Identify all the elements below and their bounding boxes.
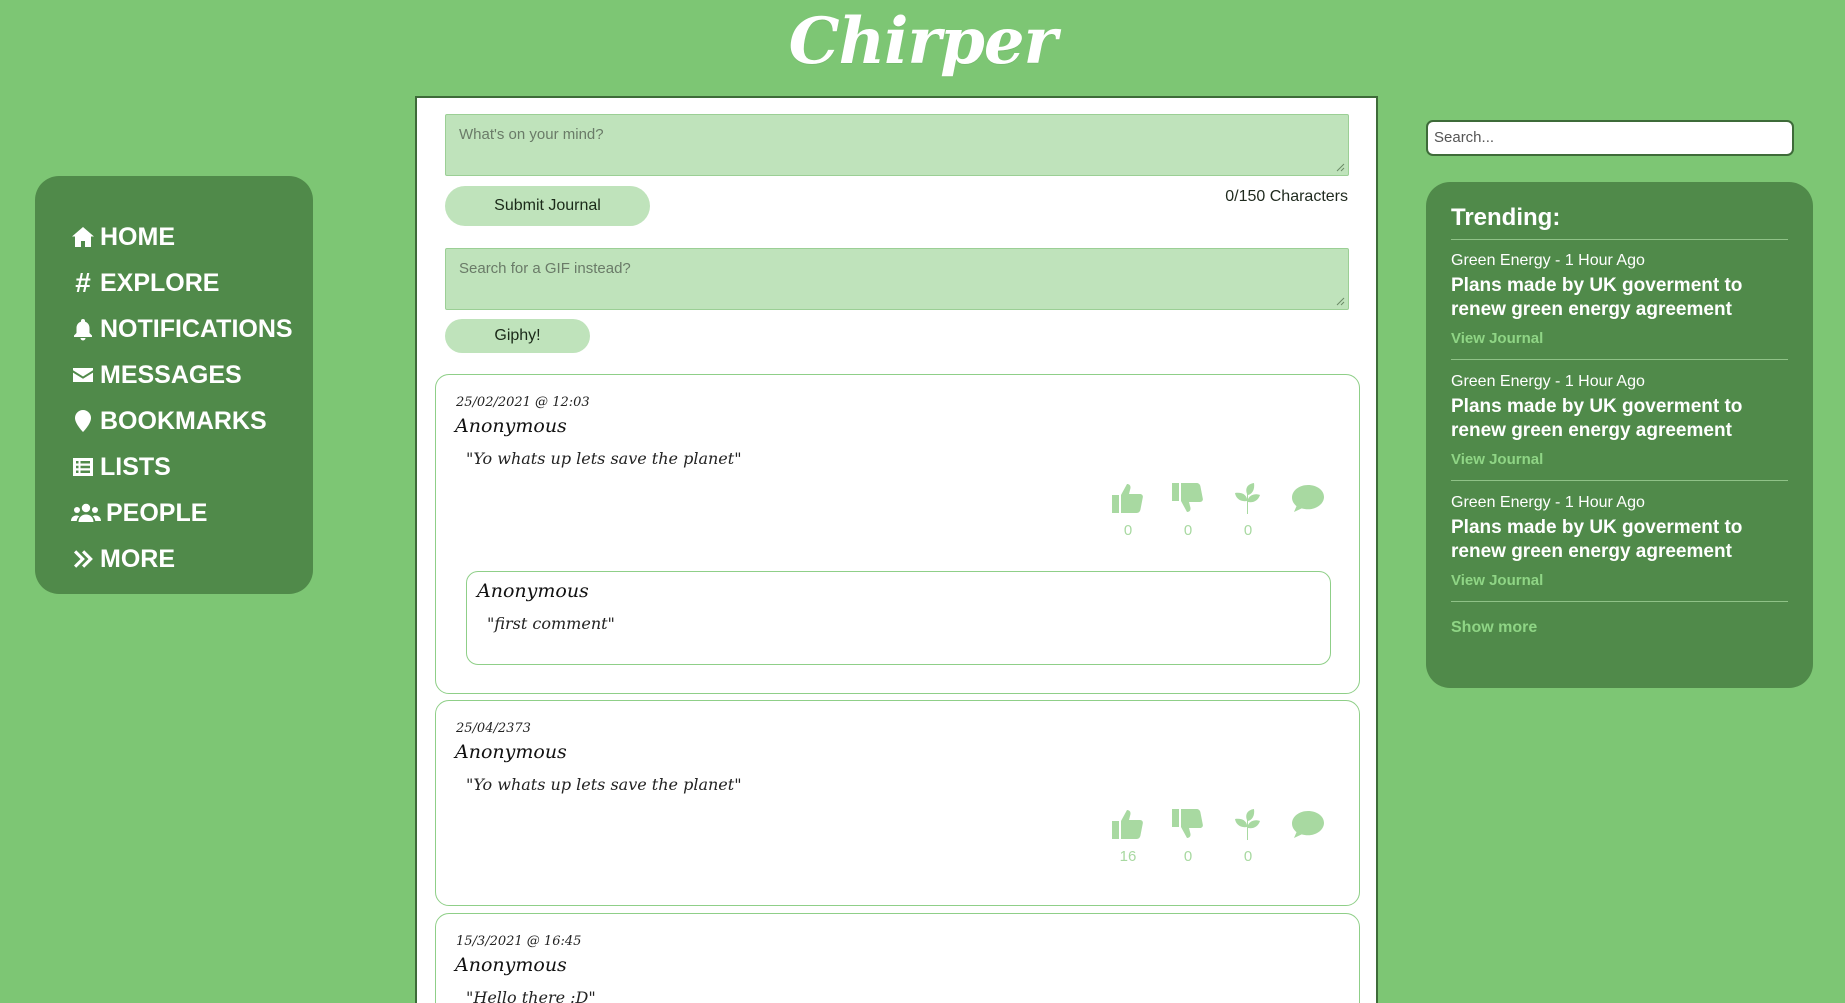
- trending-item: Green Energy - 1 Hour Ago Plans made by …: [1451, 252, 1788, 360]
- plant-button[interactable]: 0: [1229, 807, 1267, 866]
- speech-bubble-icon: [1292, 485, 1324, 512]
- nav-item-label: NOTIFICATIONS: [100, 314, 293, 343]
- like-count: 16: [1119, 848, 1137, 865]
- post-actions: 16 0 0: [1109, 807, 1327, 866]
- post-date: 15/3/2021 @ 16:45: [456, 934, 582, 949]
- journal-post: 15/3/2021 @ 16:45 Anonymous "Hello there…: [435, 913, 1360, 1003]
- comment-button[interactable]: [1289, 481, 1327, 540]
- nav-item-people[interactable]: PEOPLE: [69, 490, 313, 536]
- character-counter: 0/150 Characters: [1225, 188, 1348, 205]
- trending-item: Green Energy - 1 Hour Ago Plans made by …: [1451, 373, 1788, 481]
- nav-item-lists[interactable]: LISTS: [69, 444, 313, 490]
- trending-panel: Trending: Green Energy - 1 Hour Ago Plan…: [1426, 182, 1813, 688]
- trending-meta: Green Energy - 1 Hour Ago: [1451, 373, 1645, 390]
- trending-heading: Trending:: [1451, 204, 1788, 240]
- map-pin-icon: [69, 408, 97, 434]
- post-text: "Yo whats up lets save the planet": [466, 449, 742, 468]
- home-icon: [69, 224, 97, 250]
- nav-item-label: EXPLORE: [100, 268, 220, 297]
- thumbs-up-icon: [1112, 484, 1143, 513]
- seedling-icon: [1235, 483, 1260, 514]
- resize-grip-icon[interactable]: [1335, 296, 1345, 306]
- seedling-icon: [1235, 809, 1260, 840]
- hash-icon: #: [75, 267, 91, 298]
- list-icon: [69, 454, 97, 480]
- nav-item-label: PEOPLE: [106, 498, 208, 527]
- view-journal-link[interactable]: View Journal: [1451, 330, 1788, 347]
- sidebar-nav: HOME # EXPLORE NOTIFICATIONS MESSAGES BO…: [35, 176, 313, 594]
- nav-item-explore[interactable]: # EXPLORE: [69, 260, 313, 306]
- dislike-button[interactable]: 0: [1169, 807, 1207, 866]
- trending-title: Plans made by UK goverment to renew gree…: [1451, 396, 1743, 441]
- bell-icon: [69, 316, 97, 342]
- journal-input-placeholder: What's on your mind?: [459, 126, 604, 143]
- plant-button[interactable]: 0: [1229, 481, 1267, 540]
- nav-item-label: MORE: [100, 544, 175, 573]
- nav-item-label: LISTS: [100, 452, 171, 481]
- feed-panel: What's on your mind? Submit Journal 0/15…: [415, 96, 1378, 1003]
- trending-meta: Green Energy - 1 Hour Ago: [1451, 252, 1645, 269]
- search-input[interactable]: Search...: [1426, 120, 1794, 156]
- nav-item-more[interactable]: MORE: [69, 536, 313, 582]
- comment-text: "first comment": [487, 614, 615, 633]
- gif-search-placeholder: Search for a GIF instead?: [459, 260, 631, 277]
- dislike-button[interactable]: 0: [1169, 481, 1207, 540]
- journal-input[interactable]: What's on your mind?: [445, 114, 1349, 176]
- comment-button[interactable]: [1289, 807, 1327, 866]
- envelope-icon: [69, 362, 97, 388]
- view-journal-link[interactable]: View Journal: [1451, 451, 1788, 468]
- nav-item-label: HOME: [100, 222, 175, 251]
- thumbs-down-icon: [1172, 809, 1203, 838]
- trending-meta: Green Energy - 1 Hour Ago: [1451, 494, 1645, 511]
- like-count: 0: [1123, 522, 1133, 539]
- post-text: "Hello there :D": [466, 988, 596, 1003]
- post-text: "Yo whats up lets save the planet": [466, 775, 742, 794]
- nav-item-messages[interactable]: MESSAGES: [69, 352, 313, 398]
- plant-count: 0: [1243, 522, 1253, 539]
- thumbs-down-icon: [1172, 483, 1203, 512]
- speech-bubble-icon: [1292, 811, 1324, 838]
- trending-title: Plans made by UK goverment to renew gree…: [1451, 275, 1743, 320]
- journal-post: 25/04/2373 Anonymous "Yo whats up lets s…: [435, 700, 1360, 906]
- nav-item-bookmarks[interactable]: BOOKMARKS: [69, 398, 313, 444]
- show-more-link[interactable]: Show more: [1451, 619, 1537, 637]
- dislike-count: 0: [1183, 848, 1193, 865]
- post-author: Anonymous: [455, 954, 567, 976]
- gif-search-input[interactable]: Search for a GIF instead?: [445, 248, 1349, 310]
- trending-title: Plans made by UK goverment to renew gree…: [1451, 517, 1743, 562]
- thumbs-up-icon: [1112, 810, 1143, 839]
- search-placeholder: Search...: [1434, 129, 1495, 146]
- nav-item-notifications[interactable]: NOTIFICATIONS: [69, 306, 313, 352]
- plant-count: 0: [1243, 848, 1253, 865]
- users-icon: [69, 500, 103, 526]
- resize-grip-icon[interactable]: [1335, 162, 1345, 172]
- post-date: 25/04/2373: [456, 721, 531, 736]
- dislike-count: 0: [1183, 522, 1193, 539]
- post-author: Anonymous: [455, 741, 567, 763]
- post-actions: 0 0 0: [1109, 481, 1327, 540]
- double-chevron-right-icon: [69, 546, 97, 572]
- comment-author: Anonymous: [477, 580, 589, 602]
- view-journal-link[interactable]: View Journal: [1451, 572, 1788, 589]
- nav-item-home[interactable]: HOME: [69, 214, 313, 260]
- nav-item-label: MESSAGES: [100, 360, 242, 389]
- chirper-logo[interactable]: Chirper: [0, 4, 1845, 79]
- trending-item: Green Energy - 1 Hour Ago Plans made by …: [1451, 494, 1788, 602]
- post-date: 25/02/2021 @ 12:03: [456, 395, 590, 410]
- like-button[interactable]: 0: [1109, 481, 1147, 540]
- nav-item-label: BOOKMARKS: [100, 406, 267, 435]
- journal-post: 25/02/2021 @ 12:03 Anonymous "Yo whats u…: [435, 374, 1360, 694]
- submit-journal-button[interactable]: Submit Journal: [445, 186, 650, 226]
- giphy-button[interactable]: Giphy!: [445, 319, 590, 353]
- like-button[interactable]: 16: [1109, 807, 1147, 866]
- post-author: Anonymous: [455, 415, 567, 437]
- comment-card: Anonymous "first comment": [466, 571, 1331, 665]
